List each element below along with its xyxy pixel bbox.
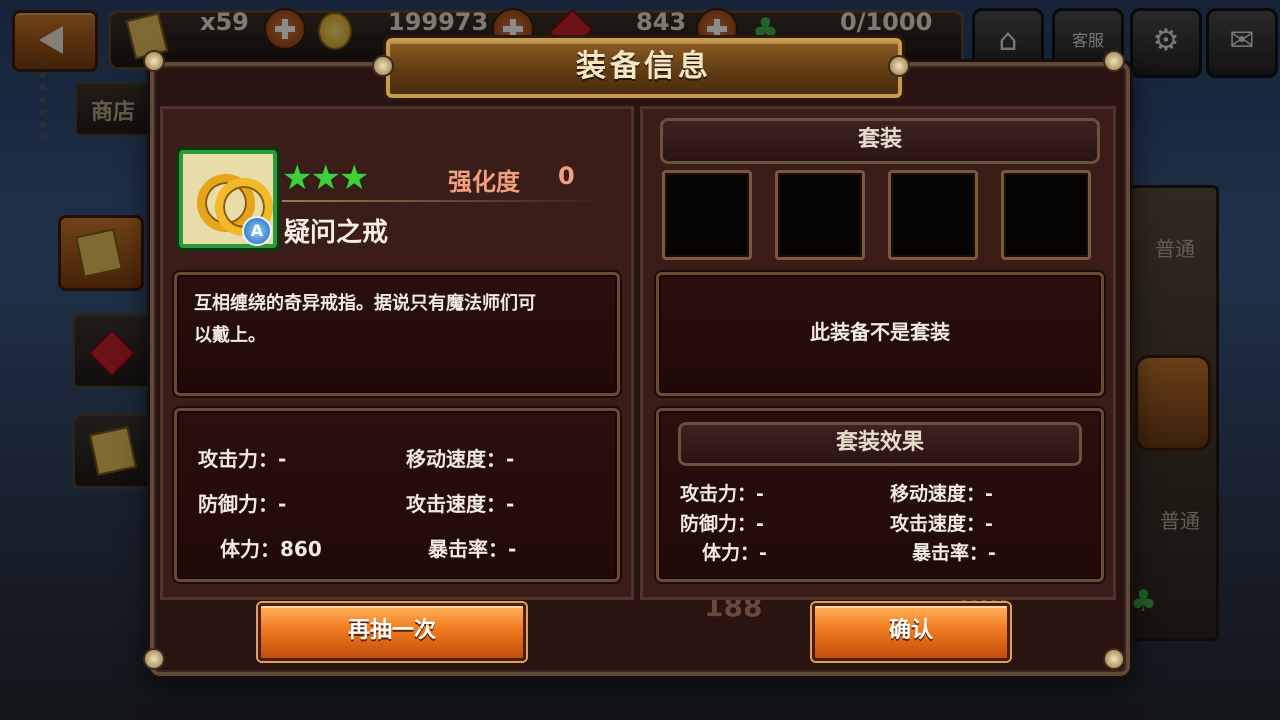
description-line: 以戴上。 bbox=[194, 325, 266, 346]
set-stat-defense: 防御力：- bbox=[680, 513, 764, 535]
set-header: 套装 bbox=[660, 118, 1100, 164]
set-stat-hp: 体力：- bbox=[702, 542, 767, 564]
dialog-stud bbox=[1103, 50, 1125, 72]
set-stat-attack-speed: 攻击速度：- bbox=[890, 513, 993, 535]
star-rating: ★★★ bbox=[282, 158, 369, 198]
stat-crit-rate: 暴击率：- bbox=[428, 537, 517, 561]
stat-defense: 防御力：- bbox=[198, 492, 287, 516]
set-stat-move-speed: 移动速度：- bbox=[890, 483, 993, 505]
stat-move-speed: 移动速度：- bbox=[406, 447, 515, 471]
title-stud bbox=[372, 55, 394, 77]
dialog-stud bbox=[143, 648, 165, 670]
set-stat-crit-rate: 暴击率：- bbox=[912, 542, 996, 564]
enhance-value: 0 bbox=[558, 162, 575, 190]
set-effect-header: 套装效果 bbox=[678, 422, 1082, 466]
dialog-stud bbox=[143, 50, 165, 72]
grade-badge: A bbox=[242, 216, 272, 246]
set-slot bbox=[775, 170, 865, 260]
confirm-button[interactable]: 确认 bbox=[812, 603, 1010, 661]
set-message: 此装备不是套装 bbox=[810, 320, 950, 344]
redraw-button[interactable]: 再抽一次 bbox=[258, 603, 526, 661]
stat-hp: 体力：860 bbox=[220, 537, 322, 561]
enhance-label: 强化度 bbox=[448, 168, 520, 196]
item-name: 疑问之戒 bbox=[284, 218, 389, 248]
set-stat-attack: 攻击力：- bbox=[680, 483, 764, 505]
divider bbox=[282, 200, 592, 202]
title-stud bbox=[888, 55, 910, 77]
dialog-title: 装备信息 bbox=[386, 38, 902, 98]
description-line: 互相缠绕的奇异戒指。据说只有魔法师们可 bbox=[194, 293, 536, 314]
set-slot bbox=[1001, 170, 1091, 260]
stat-attack: 攻击力：- bbox=[198, 447, 287, 471]
set-slot bbox=[662, 170, 752, 260]
stat-attack-speed: 攻击速度：- bbox=[406, 492, 515, 516]
dialog-stud bbox=[1103, 648, 1125, 670]
set-slot bbox=[888, 170, 978, 260]
